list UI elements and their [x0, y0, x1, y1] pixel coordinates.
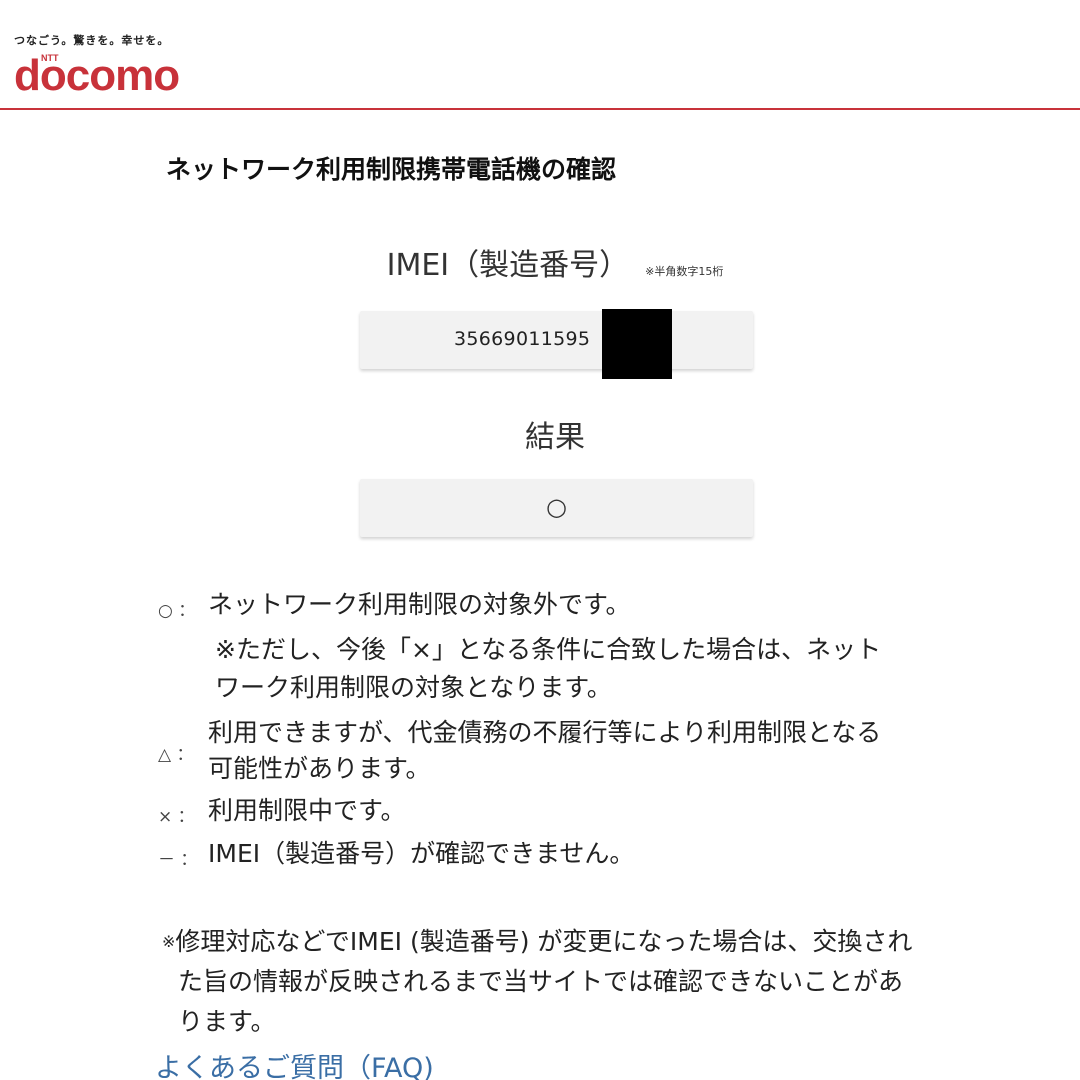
legend-symbol-circle: ○ ： [158, 601, 196, 621]
footnote-mark: ※ [162, 932, 176, 951]
result-field: ○ [360, 479, 753, 537]
footnote-line2: た旨の情報が反映されるまで当サイトでは確認できないことがあ [178, 967, 904, 996]
page: つなごう。驚きを。幸せを。 NTT docomo ネットワーク利用制限携帯電話機… [0, 0, 1080, 1080]
logo-wordmark: docomo [14, 51, 180, 100]
page-title: ネットワーク利用制限携帯電話機の確認 [166, 155, 617, 184]
legend-text-triangle: 利用できますが、代金債務の不履行等により利用制限となる [208, 718, 882, 747]
redaction-block [602, 309, 672, 379]
legend-circle-note-line2: ワーク利用制限の対象となります。 [215, 673, 612, 702]
imei-format-note: ※半角数字15桁 [645, 265, 724, 278]
imei-label-row: IMEI（製造番号） ※半角数字15桁 [0, 240, 1080, 284]
brand-tagline: つなごう。驚きを。幸せを。 [14, 34, 170, 47]
legend-text-dash: IMEI（製造番号）が確認できません。 [208, 839, 635, 868]
legend-text-circle: ネットワーク利用制限の対象外です。 [208, 590, 631, 619]
imei-label: IMEI（製造番号） [386, 248, 630, 283]
legend-symbol-cross: × ： [158, 807, 195, 827]
footnote-line1: ※修理対応などでIMEI (製造番号) が変更になった場合は、交換され [162, 922, 982, 962]
legend-symbol-triangle: △ ： [158, 745, 194, 765]
legend-circle-note-line1: ※ただし、今後「×」となる条件に合致した場合は、ネット [215, 635, 882, 664]
footnote-line1-text: 修理対応などでIMEI (製造番号) が変更になった場合は、交換され [175, 927, 913, 956]
imei-value: 35669011595 [454, 328, 591, 350]
legend-text-triangle-line2: 可能性があります。 [208, 754, 431, 783]
legend-text-cross: 利用制限中です。 [208, 796, 406, 825]
docomo-logo[interactable]: NTT docomo [14, 50, 186, 100]
result-label: 結果 [525, 420, 585, 455]
footnote: ※修理対応などでIMEI (製造番号) が変更になった場合は、交換され た旨の情… [162, 922, 982, 1042]
legend-symbol-dash: － ： [158, 850, 198, 870]
footnote-line3: ります。 [178, 1007, 276, 1036]
faq-link[interactable]: よくあるご質問（FAQ) [155, 1046, 434, 1080]
result-value: ○ [546, 493, 567, 521]
site-header: つなごう。驚きを。幸せを。 NTT docomo [0, 0, 1080, 110]
imei-field[interactable]: 35669011595 [360, 311, 753, 369]
